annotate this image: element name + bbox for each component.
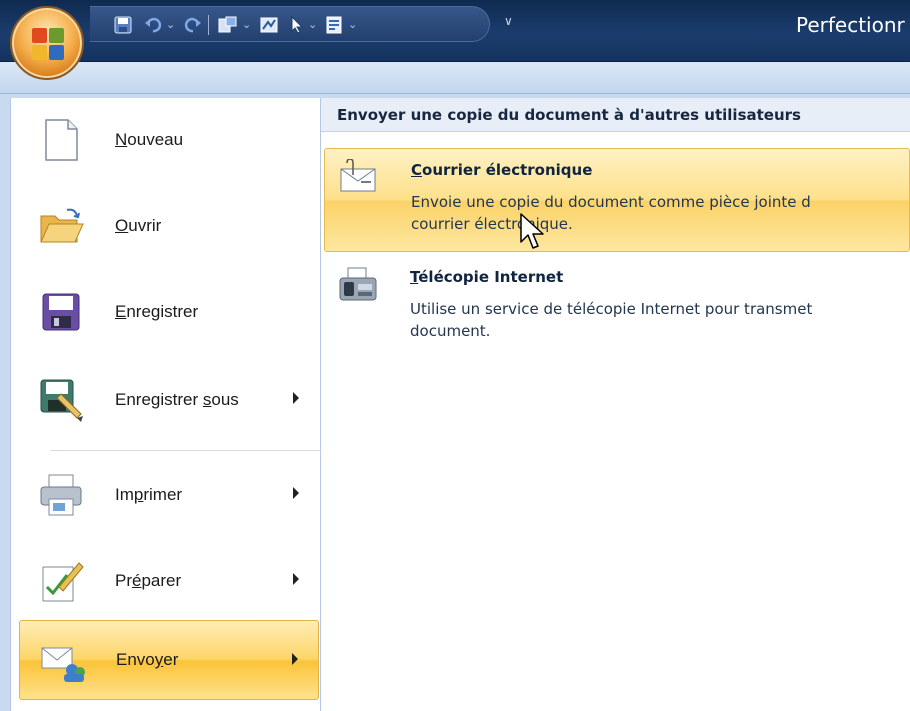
open-folder-icon	[37, 202, 85, 250]
option-description-line-1: Utilise un service de télécopie Internet…	[410, 300, 813, 318]
fax-machine-icon	[338, 266, 378, 306]
menu-item-preparer[interactable]: Préparer	[19, 541, 319, 621]
send-icon	[38, 636, 86, 684]
window-title: Perfectionr	[796, 13, 905, 37]
qat-layout-dropdown-icon[interactable]: ⌄	[348, 18, 357, 31]
option-courrier-electronique[interactable]: Courrier électronique Envoie une copie d…	[324, 148, 910, 252]
quick-access-toolbar: ⌄ ⌄ ⌄ ⌄	[90, 6, 490, 42]
menu-item-enregistrer-sous[interactable]: Enregistrer sous	[19, 360, 319, 440]
qat-save-icon[interactable]	[114, 15, 132, 35]
option-title: Télécopie Internet	[410, 268, 564, 286]
qat-insert-dropdown-icon[interactable]: ⌄	[242, 18, 251, 31]
submenu-arrow-icon	[293, 392, 299, 404]
menu-item-label: Envoyer	[116, 650, 179, 669]
prepare-icon	[37, 557, 85, 605]
menu-left-column: Nouveau Ouvrir Enregistrer Enregistrer s…	[10, 98, 326, 711]
submenu-panel: Envoyer une copie du document à d'autres…	[321, 98, 910, 711]
office-button[interactable]	[10, 6, 84, 80]
menu-divider	[51, 450, 326, 451]
submenu-arrow-icon	[292, 653, 298, 665]
submenu-arrow-icon	[293, 573, 299, 585]
qat-select-pointer-icon[interactable]	[290, 15, 304, 35]
option-description-line-2: courrier électronique.	[411, 215, 573, 233]
menu-item-ouvrir[interactable]: Ouvrir	[19, 186, 319, 266]
mouse-pointer-icon	[520, 213, 544, 249]
qat-redo-icon[interactable]	[184, 15, 202, 35]
menu-item-label: Enregistrer sous	[115, 390, 239, 409]
qat-chart-icon[interactable]	[260, 15, 278, 35]
menu-item-nouveau[interactable]: Nouveau	[19, 100, 319, 180]
option-telecopie-internet[interactable]: Télécopie Internet Utilise un service de…	[324, 256, 910, 360]
new-document-icon	[37, 116, 85, 164]
qat-separator	[208, 15, 209, 35]
title-bar: ⌄ ⌄ ⌄ ⌄ ∨ Perfectionr	[0, 0, 910, 62]
email-envelope-icon	[339, 158, 379, 199]
option-description-line-2: document.	[410, 322, 491, 340]
qat-select-dropdown-icon[interactable]: ⌄	[308, 18, 317, 31]
office-logo-icon	[32, 28, 64, 60]
submenu-header: Envoyer une copie du document à d'autres…	[321, 98, 910, 132]
menu-item-imprimer[interactable]: Imprimer	[19, 455, 319, 535]
menu-item-label: Préparer	[115, 571, 182, 590]
save-icon	[37, 288, 85, 336]
qat-insert-icon[interactable]	[218, 15, 238, 35]
save-as-icon	[37, 376, 85, 424]
option-description-line-1: Envoie une copie du document comme pièce…	[411, 193, 811, 211]
menu-top-strip	[0, 62, 910, 94]
submenu-arrow-icon	[293, 487, 299, 499]
menu-item-envoyer[interactable]: Envoyer	[19, 620, 319, 700]
menu-item-label: Enregistrer	[115, 302, 199, 321]
printer-icon	[37, 471, 85, 519]
option-title: Courrier électronique	[411, 161, 593, 179]
qat-layout-icon[interactable]	[326, 15, 342, 35]
menu-item-enregistrer[interactable]: Enregistrer	[19, 272, 319, 352]
office-menu: Nouveau Ouvrir Enregistrer Enregistrer s…	[0, 62, 910, 711]
qat-undo-dropdown-icon[interactable]: ⌄	[166, 18, 175, 31]
qat-undo-icon[interactable]	[144, 15, 162, 35]
menu-item-label: Imprimer	[115, 485, 183, 504]
customize-qat-icon[interactable]: ∨	[504, 14, 513, 28]
menu-item-label: Nouveau	[115, 130, 184, 149]
menu-item-label: Ouvrir	[115, 216, 162, 235]
